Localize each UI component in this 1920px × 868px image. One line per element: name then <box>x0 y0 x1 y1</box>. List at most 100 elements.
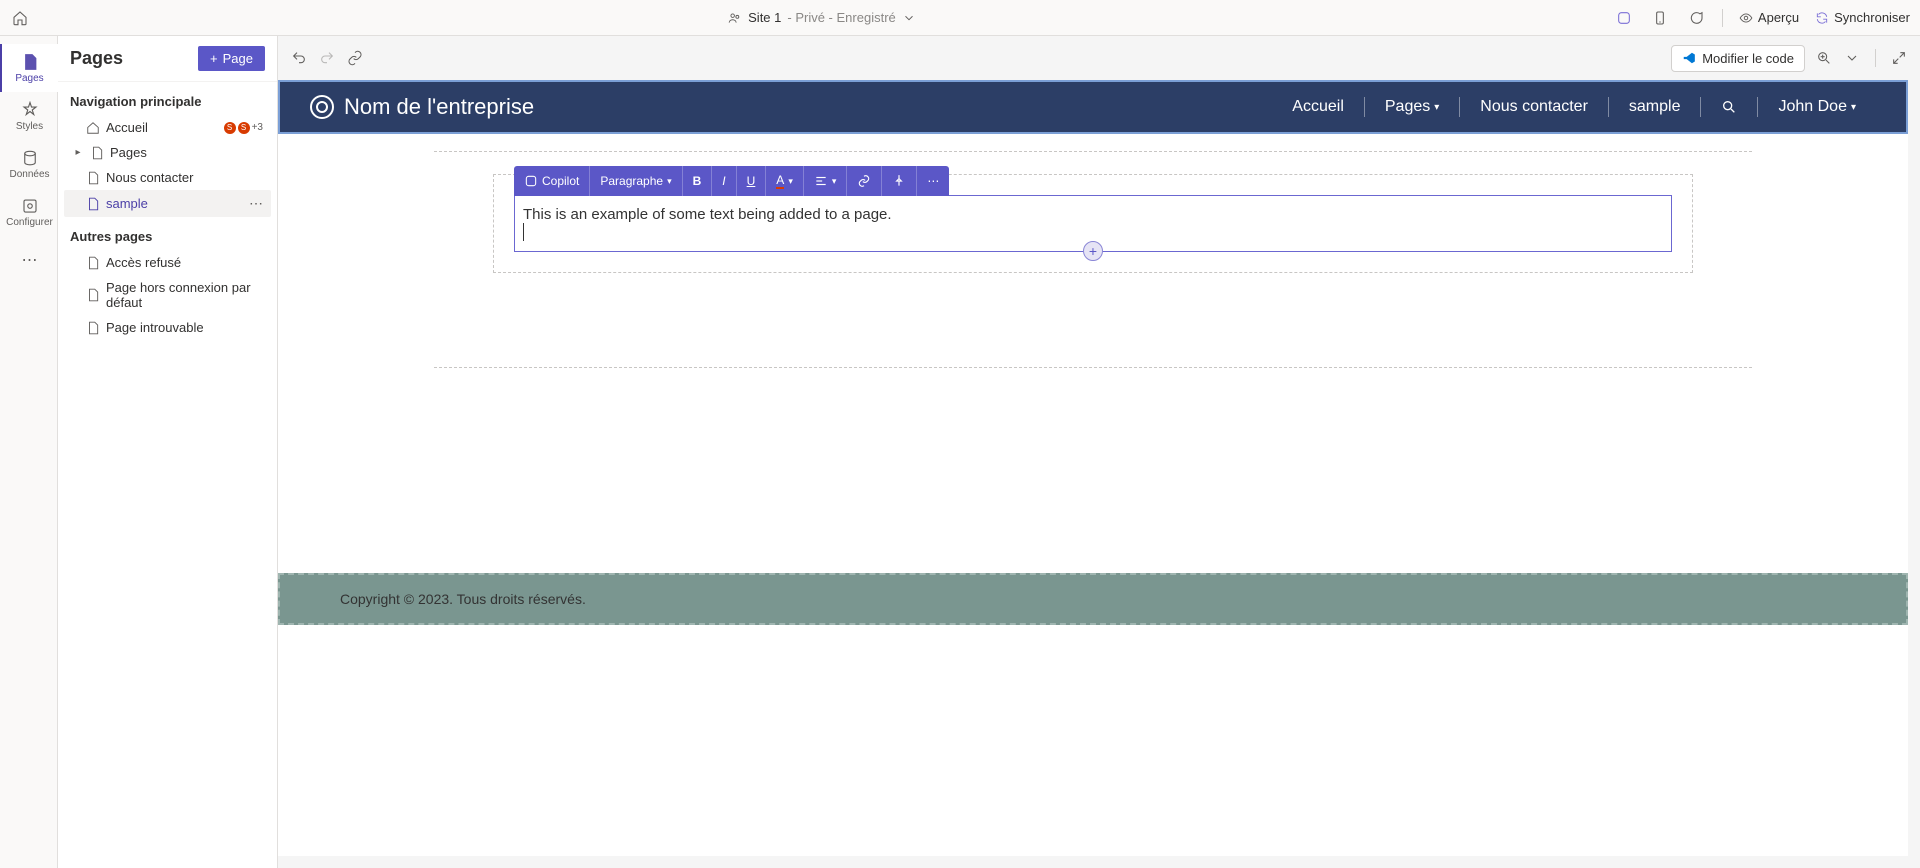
pages-icon <box>21 53 39 71</box>
nav-home[interactable]: Accueil <box>1272 98 1364 116</box>
et-underline[interactable]: U <box>737 166 767 196</box>
badge-icon: S <box>238 122 250 134</box>
tree-not-found[interactable]: Page introuvable <box>64 315 271 340</box>
file-icon <box>86 321 100 335</box>
chevron-right-icon[interactable]: ▸ <box>72 147 84 158</box>
et-link[interactable] <box>847 166 882 196</box>
tree-home[interactable]: Accueil S S +3 <box>64 115 271 140</box>
pages-panel: Pages + Page Navigation principale Accue… <box>58 36 278 868</box>
home-icon[interactable] <box>10 8 30 28</box>
canvas: Modifier le code Nom de l <box>278 36 1920 868</box>
main-nav-heading: Navigation principale <box>58 82 277 115</box>
redo-icon[interactable] <box>318 49 336 67</box>
plus-icon: + <box>1089 243 1097 259</box>
tree-offline[interactable]: Page hors connexion par défaut <box>64 275 271 315</box>
panel-title: Pages <box>70 48 123 69</box>
site-navigation[interactable]: Nom de l'entreprise Accueil Pages▾ Nous … <box>278 80 1908 134</box>
et-font-color[interactable]: A▾ <box>766 166 804 196</box>
link-icon[interactable] <box>346 49 364 67</box>
zoom-icon[interactable] <box>1815 49 1833 67</box>
add-page-button[interactable]: + Page <box>198 46 265 71</box>
sync-button[interactable]: Synchroniser <box>1815 10 1910 25</box>
tree-access-denied[interactable]: Accès refusé <box>64 250 271 275</box>
eye-icon <box>1739 11 1753 25</box>
styles-icon <box>21 101 39 119</box>
file-icon <box>86 288 100 302</box>
nav-search[interactable] <box>1701 99 1757 115</box>
font-color-icon: A <box>776 173 784 189</box>
vscode-icon <box>1682 51 1696 65</box>
chevron-down-icon: ▾ <box>832 176 837 187</box>
site-logo[interactable]: Nom de l'entreprise <box>310 94 534 120</box>
italic-icon: I <box>722 174 725 188</box>
tablet-icon[interactable] <box>1650 8 1670 28</box>
file-icon <box>86 256 100 270</box>
divider <box>1722 9 1723 27</box>
nav-sample[interactable]: sample <box>1609 98 1701 116</box>
left-rail: Pages Styles Données Configurer ⋯ <box>0 36 58 868</box>
copilot-top-icon[interactable] <box>1614 8 1634 28</box>
rail-data[interactable]: Données <box>0 140 58 188</box>
data-icon <box>21 149 39 167</box>
add-component-button[interactable]: + <box>1083 241 1103 261</box>
edit-code-button[interactable]: Modifier le code <box>1671 45 1805 72</box>
et-more[interactable]: ⋯ <box>917 166 949 196</box>
rail-configure[interactable]: Configurer <box>0 188 58 236</box>
tree-sample[interactable]: sample ⋯ <box>64 190 271 217</box>
logo-icon <box>310 95 334 119</box>
site-footer[interactable]: Copyright © 2023. Tous droits réservés. <box>278 573 1908 625</box>
badge-icon: S <box>224 122 236 134</box>
site-title-bar[interactable]: Site 1 - Privé - Enregistré <box>30 10 1614 25</box>
chevron-down-icon: ▾ <box>788 176 793 187</box>
file-icon <box>86 197 100 211</box>
nav-contact[interactable]: Nous contacter <box>1460 98 1608 116</box>
et-pin[interactable] <box>882 166 917 196</box>
et-paragraph[interactable]: Paragraphe ▾ <box>590 166 682 196</box>
other-pages-heading: Autres pages <box>58 217 277 250</box>
rail-more[interactable]: ⋯ <box>0 236 58 284</box>
text-editor-block[interactable]: Copilot Paragraphe ▾ B I U A▾ <box>514 195 1672 252</box>
site-name: Site 1 <box>748 10 781 25</box>
nav-user[interactable]: John Doe▾ <box>1758 98 1876 116</box>
chevron-down-icon[interactable] <box>1843 49 1861 67</box>
content-section[interactable]: Copilot Paragraphe ▾ B I U A▾ <box>493 174 1693 273</box>
pin-icon <box>892 174 906 188</box>
divider <box>1875 49 1876 67</box>
underline-icon: U <box>747 174 756 188</box>
site-status: - Privé - Enregistré <box>787 10 895 25</box>
chevron-down-icon[interactable] <box>902 11 916 25</box>
caret-down-icon: ▾ <box>1434 102 1439 113</box>
home-icon <box>86 121 100 135</box>
rich-text-toolbar: Copilot Paragraphe ▾ B I U A▾ <box>514 166 949 196</box>
et-bold[interactable]: B <box>683 166 713 196</box>
ellipsis-icon: ⋯ <box>22 250 38 270</box>
search-icon <box>1721 99 1737 115</box>
rail-pages[interactable]: Pages <box>0 44 58 92</box>
app-top-bar: Site 1 - Privé - Enregistré Aperçu Synch… <box>0 0 1920 36</box>
nav-pages[interactable]: Pages▾ <box>1365 98 1459 116</box>
et-copilot[interactable]: Copilot <box>514 166 590 196</box>
ellipsis-icon: ⋯ <box>927 174 939 188</box>
configure-icon <box>21 197 39 215</box>
tree-pages[interactable]: ▸ Pages <box>64 140 271 165</box>
undo-icon[interactable] <box>290 49 308 67</box>
file-icon <box>86 171 100 185</box>
expand-icon[interactable] <box>1890 49 1908 67</box>
tree-contact[interactable]: Nous contacter <box>64 165 271 190</box>
preview-button[interactable]: Aperçu <box>1739 10 1799 25</box>
site-preview: Nom de l'entreprise Accueil Pages▾ Nous … <box>278 80 1908 856</box>
chat-icon[interactable] <box>1686 8 1706 28</box>
caret-down-icon: ▾ <box>1851 102 1856 113</box>
editor-text-content[interactable]: This is an example of some text being ad… <box>523 206 1663 223</box>
chevron-down-icon: ▾ <box>667 176 672 187</box>
sync-icon <box>1815 11 1829 25</box>
rail-styles[interactable]: Styles <box>0 92 58 140</box>
align-icon <box>814 174 828 188</box>
et-align[interactable]: ▾ <box>804 166 848 196</box>
more-icon[interactable]: ⋯ <box>249 195 263 212</box>
copilot-icon <box>524 174 538 188</box>
canvas-toolbar: Modifier le code <box>278 36 1920 80</box>
home-badges: S S +3 <box>224 122 263 134</box>
file-icon <box>90 146 104 160</box>
et-italic[interactable]: I <box>712 166 736 196</box>
